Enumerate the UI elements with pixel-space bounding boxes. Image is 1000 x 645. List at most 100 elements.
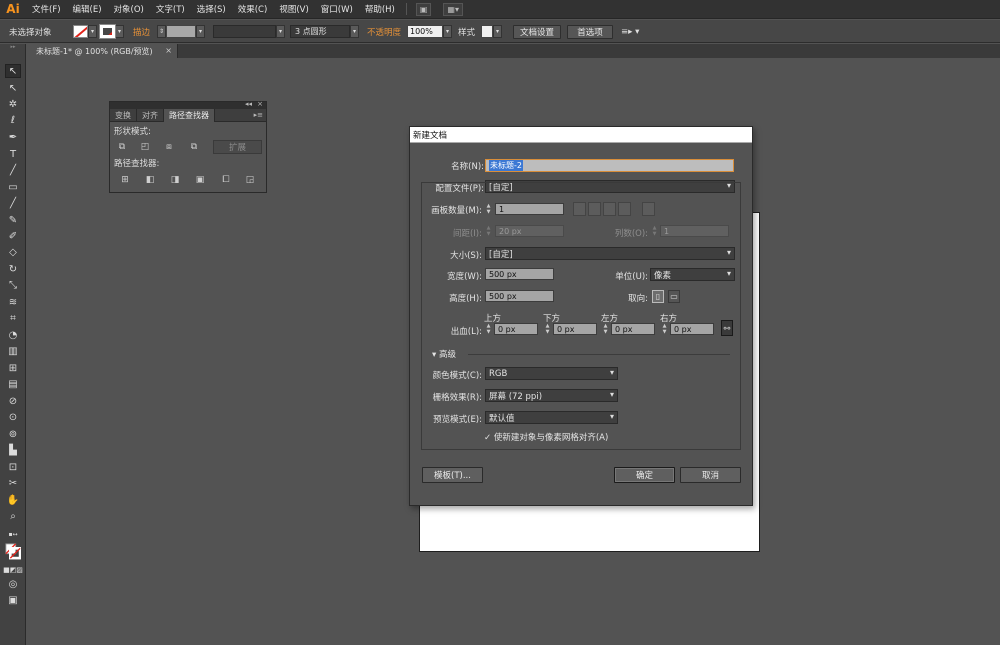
hand-tool-icon[interactable]: ✋ [5,493,21,507]
panel-header-bar[interactable]: ◂◂ × [110,100,266,109]
stroke-weight-dropdown-icon[interactable]: ▾ [196,25,205,38]
divide-icon[interactable]: ⊞ [119,174,131,185]
type-tool-icon[interactable]: T [5,147,21,161]
unite-icon[interactable]: ⧉ [116,141,128,152]
stroke-weight-stepper-icon[interactable]: ⇕ [157,25,166,38]
paintbrush-tool-icon[interactable]: ╱ [5,196,21,210]
arrange-by-column-icon[interactable] [618,202,631,216]
selection-tool-icon[interactable]: ↖ [5,64,21,78]
name-input[interactable]: 未标题-2 [485,159,734,172]
stroke-swatch-icon[interactable] [99,24,116,39]
opacity-dropdown-icon[interactable]: ▾ [443,25,452,38]
direct-selection-tool-icon[interactable]: ↖ [5,81,21,95]
bridge-icon[interactable]: ▣ [415,2,432,16]
mesh-tool-icon[interactable]: ⊞ [5,361,21,375]
crop-icon[interactable]: ▣ [194,174,206,185]
slice-tool-icon[interactable]: ✂ [5,476,21,490]
right-to-left-icon[interactable] [642,202,655,216]
fill-color-control[interactable]: ▾ [73,24,97,39]
menu-window[interactable]: 窗口(W) [315,0,359,19]
eyedropper-tool-icon[interactable]: ⊘ [5,394,21,408]
rotate-tool-icon[interactable]: ↻ [5,262,21,276]
pencil-tool-icon[interactable]: ✎ [5,213,21,227]
opacity-input[interactable]: 100% [407,25,443,38]
workspace-arrange-icon[interactable]: ▦▾ [443,2,463,16]
width-tool-icon[interactable]: ≋ [5,295,21,309]
bleed-bottom-input[interactable]: 0 px [553,323,597,335]
free-transform-tool-icon[interactable]: ⌗ [5,311,21,325]
preview-mode-dropdown[interactable]: 默认值 [485,411,618,424]
blob-brush-tool-icon[interactable]: ✐ [5,229,21,243]
variable-width-field[interactable] [213,25,276,38]
scale-tool-icon[interactable]: ⤡ [5,278,21,292]
opacity-control[interactable]: 100% ▾ [407,24,452,39]
raster-effects-dropdown[interactable]: 屏幕 (72 ppi) [485,389,618,402]
close-panel-icon[interactable]: × [257,100,263,108]
arrange-by-row-icon[interactable] [603,202,616,216]
document-tab[interactable]: 未标题-1* @ 100% (RGB/预览) × [30,44,178,58]
variable-width-dropdown-icon[interactable]: ▾ [276,25,285,38]
shape-builder-tool-icon[interactable]: ◔ [5,328,21,342]
menu-view[interactable]: 视图(V) [273,0,314,19]
fill-dropdown-icon[interactable]: ▾ [88,25,97,38]
ok-button[interactable]: 确定 [614,467,675,483]
default-colors-icon[interactable]: ▪↔ [5,527,21,541]
panel-grip-icon[interactable]: ▸▸ [5,44,21,50]
artboards-input[interactable]: 1 [495,203,564,215]
column-graph-tool-icon[interactable]: ▙ [5,443,21,457]
gradient-tool-icon[interactable]: ▤ [5,377,21,391]
menu-type[interactable]: 文字(T) [150,0,191,19]
tab-transform[interactable]: 变换 [110,109,137,122]
document-setup-button[interactable]: 文档设置 [513,24,561,39]
bleed-bottom-stepper-icon[interactable]: ▲ ▼ [543,323,552,335]
landscape-icon[interactable]: ▭ [668,290,680,303]
blend-tool-icon[interactable]: ⊙ [5,410,21,424]
close-tab-icon[interactable]: × [165,46,172,55]
brush-dropdown-icon[interactable]: ▾ [350,25,359,38]
minus-back-icon[interactable]: ◲ [244,174,256,185]
brush-definition[interactable]: 3 点圆形 ▾ [290,24,359,39]
grid-by-column-icon[interactable] [588,202,601,216]
menu-object[interactable]: 对象(O) [108,0,150,19]
size-dropdown[interactable]: [自定] [485,247,735,260]
fill-stroke-swatch-icon[interactable] [5,542,21,560]
color-mode-dropdown[interactable]: RGB [485,367,618,380]
tab-align[interactable]: 对齐 [137,109,164,122]
stroke-weight-input[interactable] [166,25,196,38]
bleed-right-input[interactable]: 0 px [670,323,714,335]
menu-file[interactable]: 文件(F) [26,0,67,19]
pen-tool-icon[interactable]: ✒ [5,130,21,144]
bleed-top-stepper-icon[interactable]: ▲ ▼ [484,323,493,335]
link-bleed-icon[interactable]: ⚯ [721,320,733,336]
expand-button[interactable]: 扩展 [213,140,262,154]
rectangle-tool-icon[interactable]: ▭ [5,180,21,194]
units-dropdown[interactable]: 像素 [650,268,735,281]
screen-mode-icon[interactable]: ▣ [5,593,21,607]
menu-select[interactable]: 选择(S) [191,0,232,19]
style-dropdown-icon[interactable]: ▾ [493,25,502,38]
variable-width-profile[interactable]: ▾ [213,24,285,39]
portrait-icon[interactable]: ▯ [652,290,664,303]
bleed-right-stepper-icon[interactable]: ▲ ▼ [660,323,669,335]
drawing-mode-icon[interactable]: ◎ [5,577,21,591]
stroke-color-control[interactable]: ▾ [99,24,124,39]
preferences-button[interactable]: 首选项 [567,24,613,39]
artboards-stepper-icon[interactable]: ▲ ▼ [484,203,493,215]
stroke-dropdown-icon[interactable]: ▾ [115,25,124,38]
intersect-icon[interactable]: ⧈ [163,141,175,152]
tab-pathfinder[interactable]: 路径查找器 [164,109,215,122]
eraser-tool-icon[interactable]: ◇ [5,245,21,259]
menu-effect[interactable]: 效果(C) [232,0,274,19]
minus-front-icon[interactable]: ◰ [139,141,151,152]
zoom-tool-icon[interactable]: ⌕ [5,509,21,523]
cancel-button[interactable]: 取消 [680,467,741,483]
brush-value[interactable]: 3 点圆形 [290,25,350,38]
magic-wand-tool-icon[interactable]: ✲ [5,97,21,111]
stroke-weight-field[interactable]: ⇕ ▾ [157,24,205,39]
artboard-tool-icon[interactable]: ⊡ [5,460,21,474]
grid-by-row-icon[interactable] [573,202,586,216]
graph-tool-icon[interactable]: ▥ [5,344,21,358]
templates-button[interactable]: 模板(T)... [422,467,483,483]
height-input[interactable]: 500 px [485,290,554,302]
trim-icon[interactable]: ◧ [144,174,156,185]
